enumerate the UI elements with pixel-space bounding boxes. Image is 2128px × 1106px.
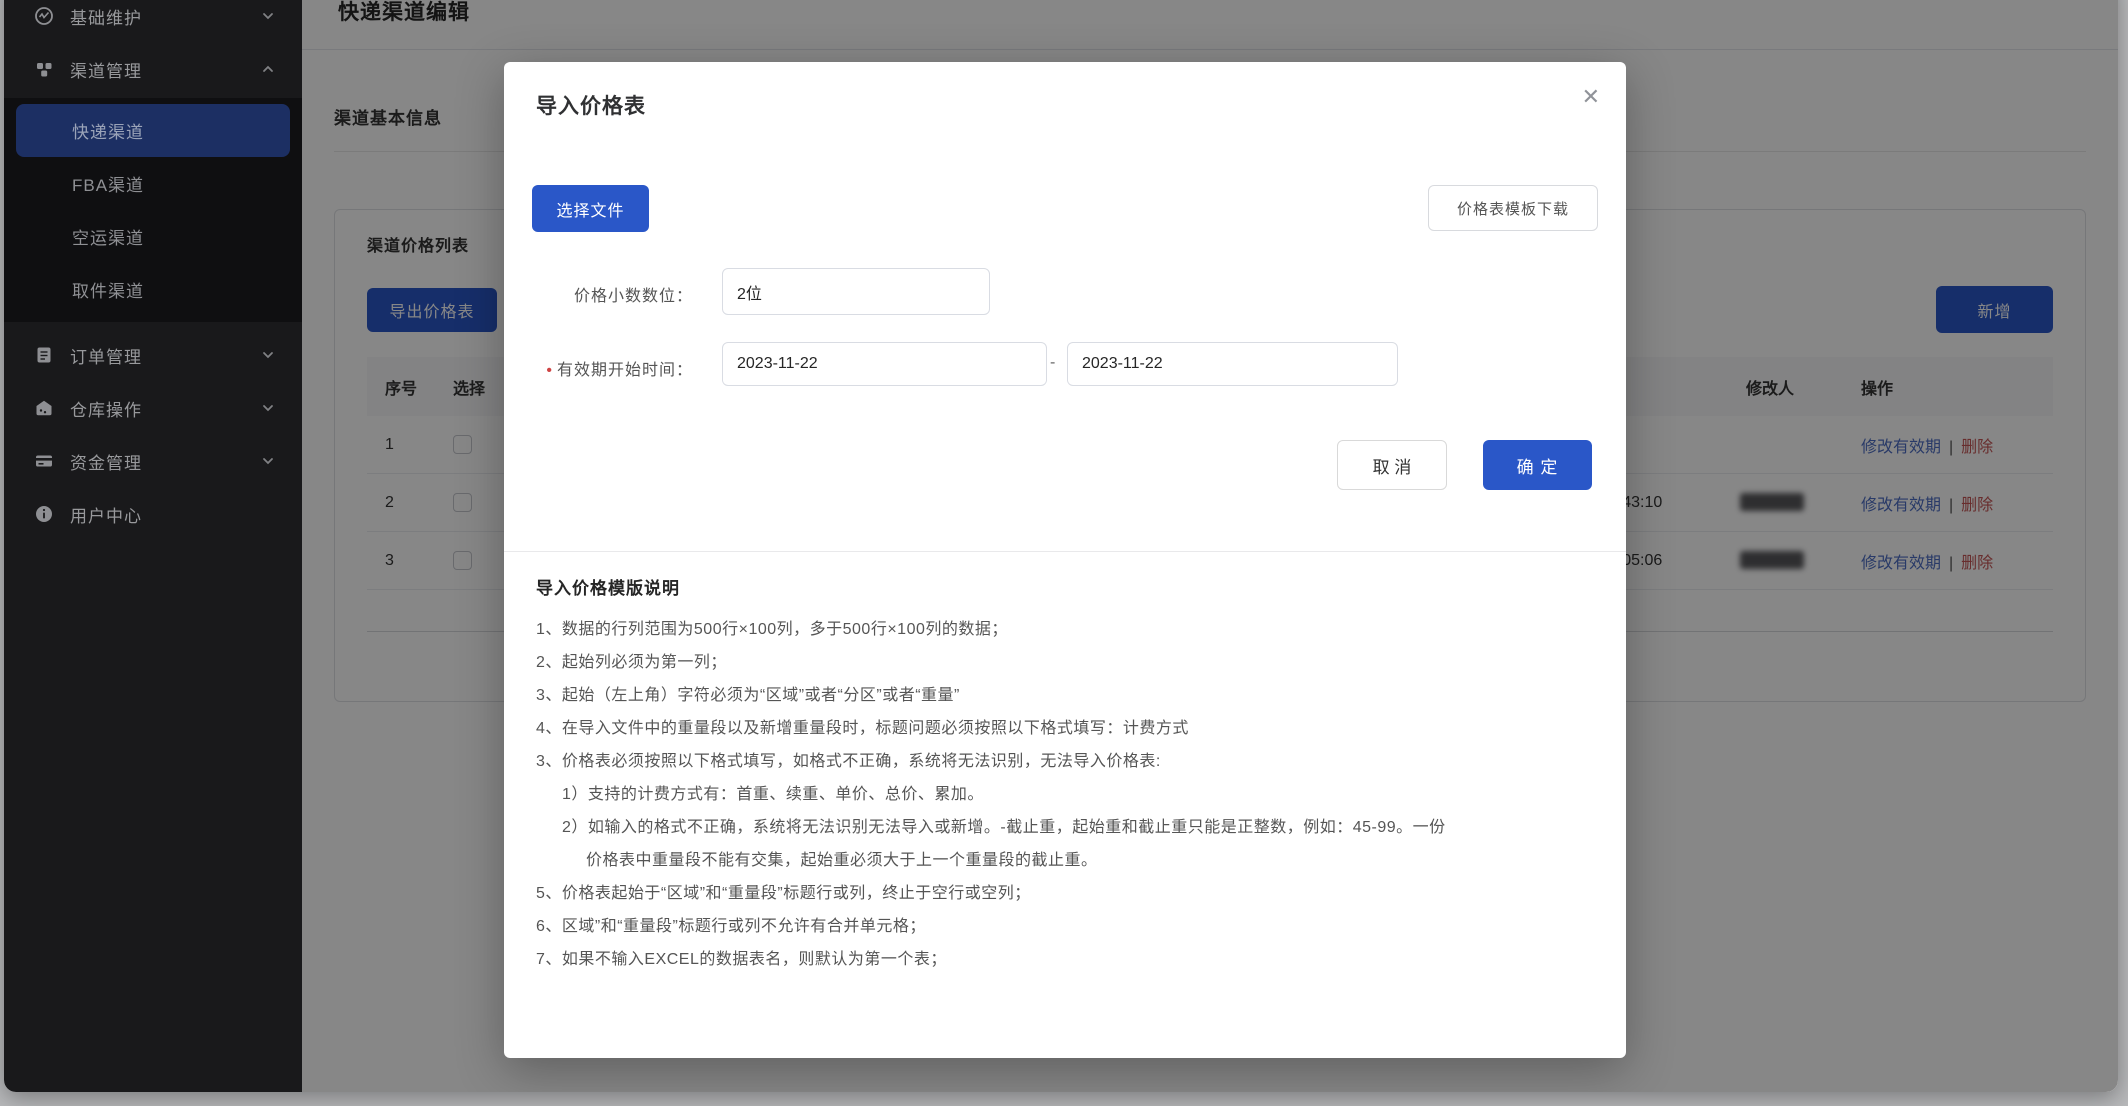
sidebar-item-warehouse-operations[interactable]: 仓库操作	[4, 388, 302, 428]
sidebar-item-pickup-channel[interactable]: 取件渠道	[4, 263, 302, 316]
confirm-button[interactable]: 确 定	[1483, 440, 1592, 490]
instructions-title: 导入价格模版说明	[536, 574, 1594, 599]
instruction-line: 2、起始列必须为第一列；	[536, 646, 1594, 679]
sidebar-item-label: 渠道管理	[70, 57, 260, 82]
instruction-line: 1、数据的行列范围为500行×100列，多于500行×100列的数据；	[536, 613, 1594, 646]
sidebar-item-fba-channel[interactable]: FBA渠道	[4, 157, 302, 210]
sidebar-submenu-channel: 快递渠道 FBA渠道 空运渠道 取件渠道	[4, 98, 302, 322]
modal-divider	[504, 551, 1626, 552]
instruction-line: 7、如果不输入EXCEL的数据表名，则默认为第一个表；	[536, 943, 1594, 976]
instruction-line: 2）如输入的格式不正确，系统将无法识别无法导入或新增。-截止重，起始重和截止重只…	[536, 811, 1594, 844]
instruction-line: 5、价格表起始于“区域”和“重量段”标题行或列，终止于空行或空列；	[536, 877, 1594, 910]
required-dot: •	[546, 362, 553, 379]
sidebar-item-label: 基础维护	[70, 4, 260, 29]
sidebar-item-express-channel[interactable]: 快递渠道	[16, 104, 290, 157]
warehouse-icon	[34, 398, 54, 418]
sidebar-item-label: 仓库操作	[70, 396, 260, 421]
sidebar: 基础维护 渠道管理 快递渠道 FBA渠道 空运渠道	[4, 0, 302, 1092]
sidebar-item-air-channel[interactable]: 空运渠道	[4, 210, 302, 263]
template-download-button[interactable]: 价格表模板下载	[1428, 185, 1598, 231]
sidebar-item-label: 订单管理	[70, 343, 260, 368]
import-price-modal: 导入价格表 ✕ 选择文件 价格表模板下载 价格小数数位： •有效期开始时间： -…	[504, 62, 1626, 1058]
orders-icon	[34, 345, 54, 365]
sidebar-subitem-label: 空运渠道	[72, 224, 144, 249]
instruction-line: 价格表中重量段不能有交集，起始重必须大于上一个重量段的截止重。	[536, 844, 1594, 877]
sidebar-item-funds-management[interactable]: 资金管理	[4, 441, 302, 481]
instruction-line: 4、在导入文件中的重量段以及新增重量段时，标题问题必须按照以下格式填写：计费方式	[536, 712, 1594, 745]
sidebar-item-order-management[interactable]: 订单管理	[4, 335, 302, 375]
app-window: 基础维护 渠道管理 快递渠道 FBA渠道 空运渠道	[4, 0, 2118, 1092]
sidebar-subitem-label: 快递渠道	[72, 118, 144, 143]
import-instructions: 导入价格模版说明 1、数据的行列范围为500行×100列，多于500行×100列…	[536, 574, 1594, 976]
info-icon	[34, 504, 54, 524]
chevron-up-icon	[260, 61, 276, 77]
instruction-line: 3、起始（左上角）字符必须为“区域”或者“分区”或者“重量”	[536, 679, 1594, 712]
sidebar-item-label: 用户中心	[70, 502, 276, 527]
close-icon[interactable]: ✕	[1582, 86, 1600, 108]
sidebar-item-label: 资金管理	[70, 449, 260, 474]
date-range-separator: -	[1050, 354, 1055, 372]
instruction-line: 1）支持的计费方式有：首重、续重、单价、总价、累加。	[536, 778, 1594, 811]
sidebar-item-base-maintenance[interactable]: 基础维护	[4, 0, 302, 36]
sidebar-item-user-center[interactable]: 用户中心	[4, 494, 302, 534]
validity-start-label: •有效期开始时间：	[504, 356, 693, 380]
modal-title: 导入价格表	[536, 90, 646, 120]
chevron-down-icon	[260, 347, 276, 363]
chevron-down-icon	[260, 400, 276, 416]
funds-icon	[34, 451, 54, 471]
sidebar-subitem-label: 取件渠道	[72, 277, 144, 302]
chevron-down-icon	[260, 8, 276, 24]
decimal-places-label: 价格小数数位：	[504, 282, 693, 306]
chevron-down-icon	[260, 453, 276, 469]
decimal-places-input[interactable]	[722, 268, 990, 315]
sidebar-subitem-label: FBA渠道	[72, 171, 144, 196]
sidebar-item-channel-management[interactable]: 渠道管理	[4, 49, 302, 89]
validity-label-text: 有效期开始时间：	[557, 362, 693, 379]
cluster-icon	[34, 59, 54, 79]
validity-end-date-input[interactable]	[1067, 342, 1398, 386]
instruction-line: 6、区域”和“重量段”标题行或列不允许有合并单元格；	[536, 910, 1594, 943]
validity-start-date-input[interactable]	[722, 342, 1047, 386]
choose-file-button[interactable]: 选择文件	[532, 185, 649, 232]
cancel-button[interactable]: 取 消	[1337, 440, 1447, 490]
instruction-line: 3、价格表必须按照以下格式填写，如格式不正确，系统将无法识别，无法导入价格表:	[536, 745, 1594, 778]
pulse-icon	[34, 6, 54, 26]
